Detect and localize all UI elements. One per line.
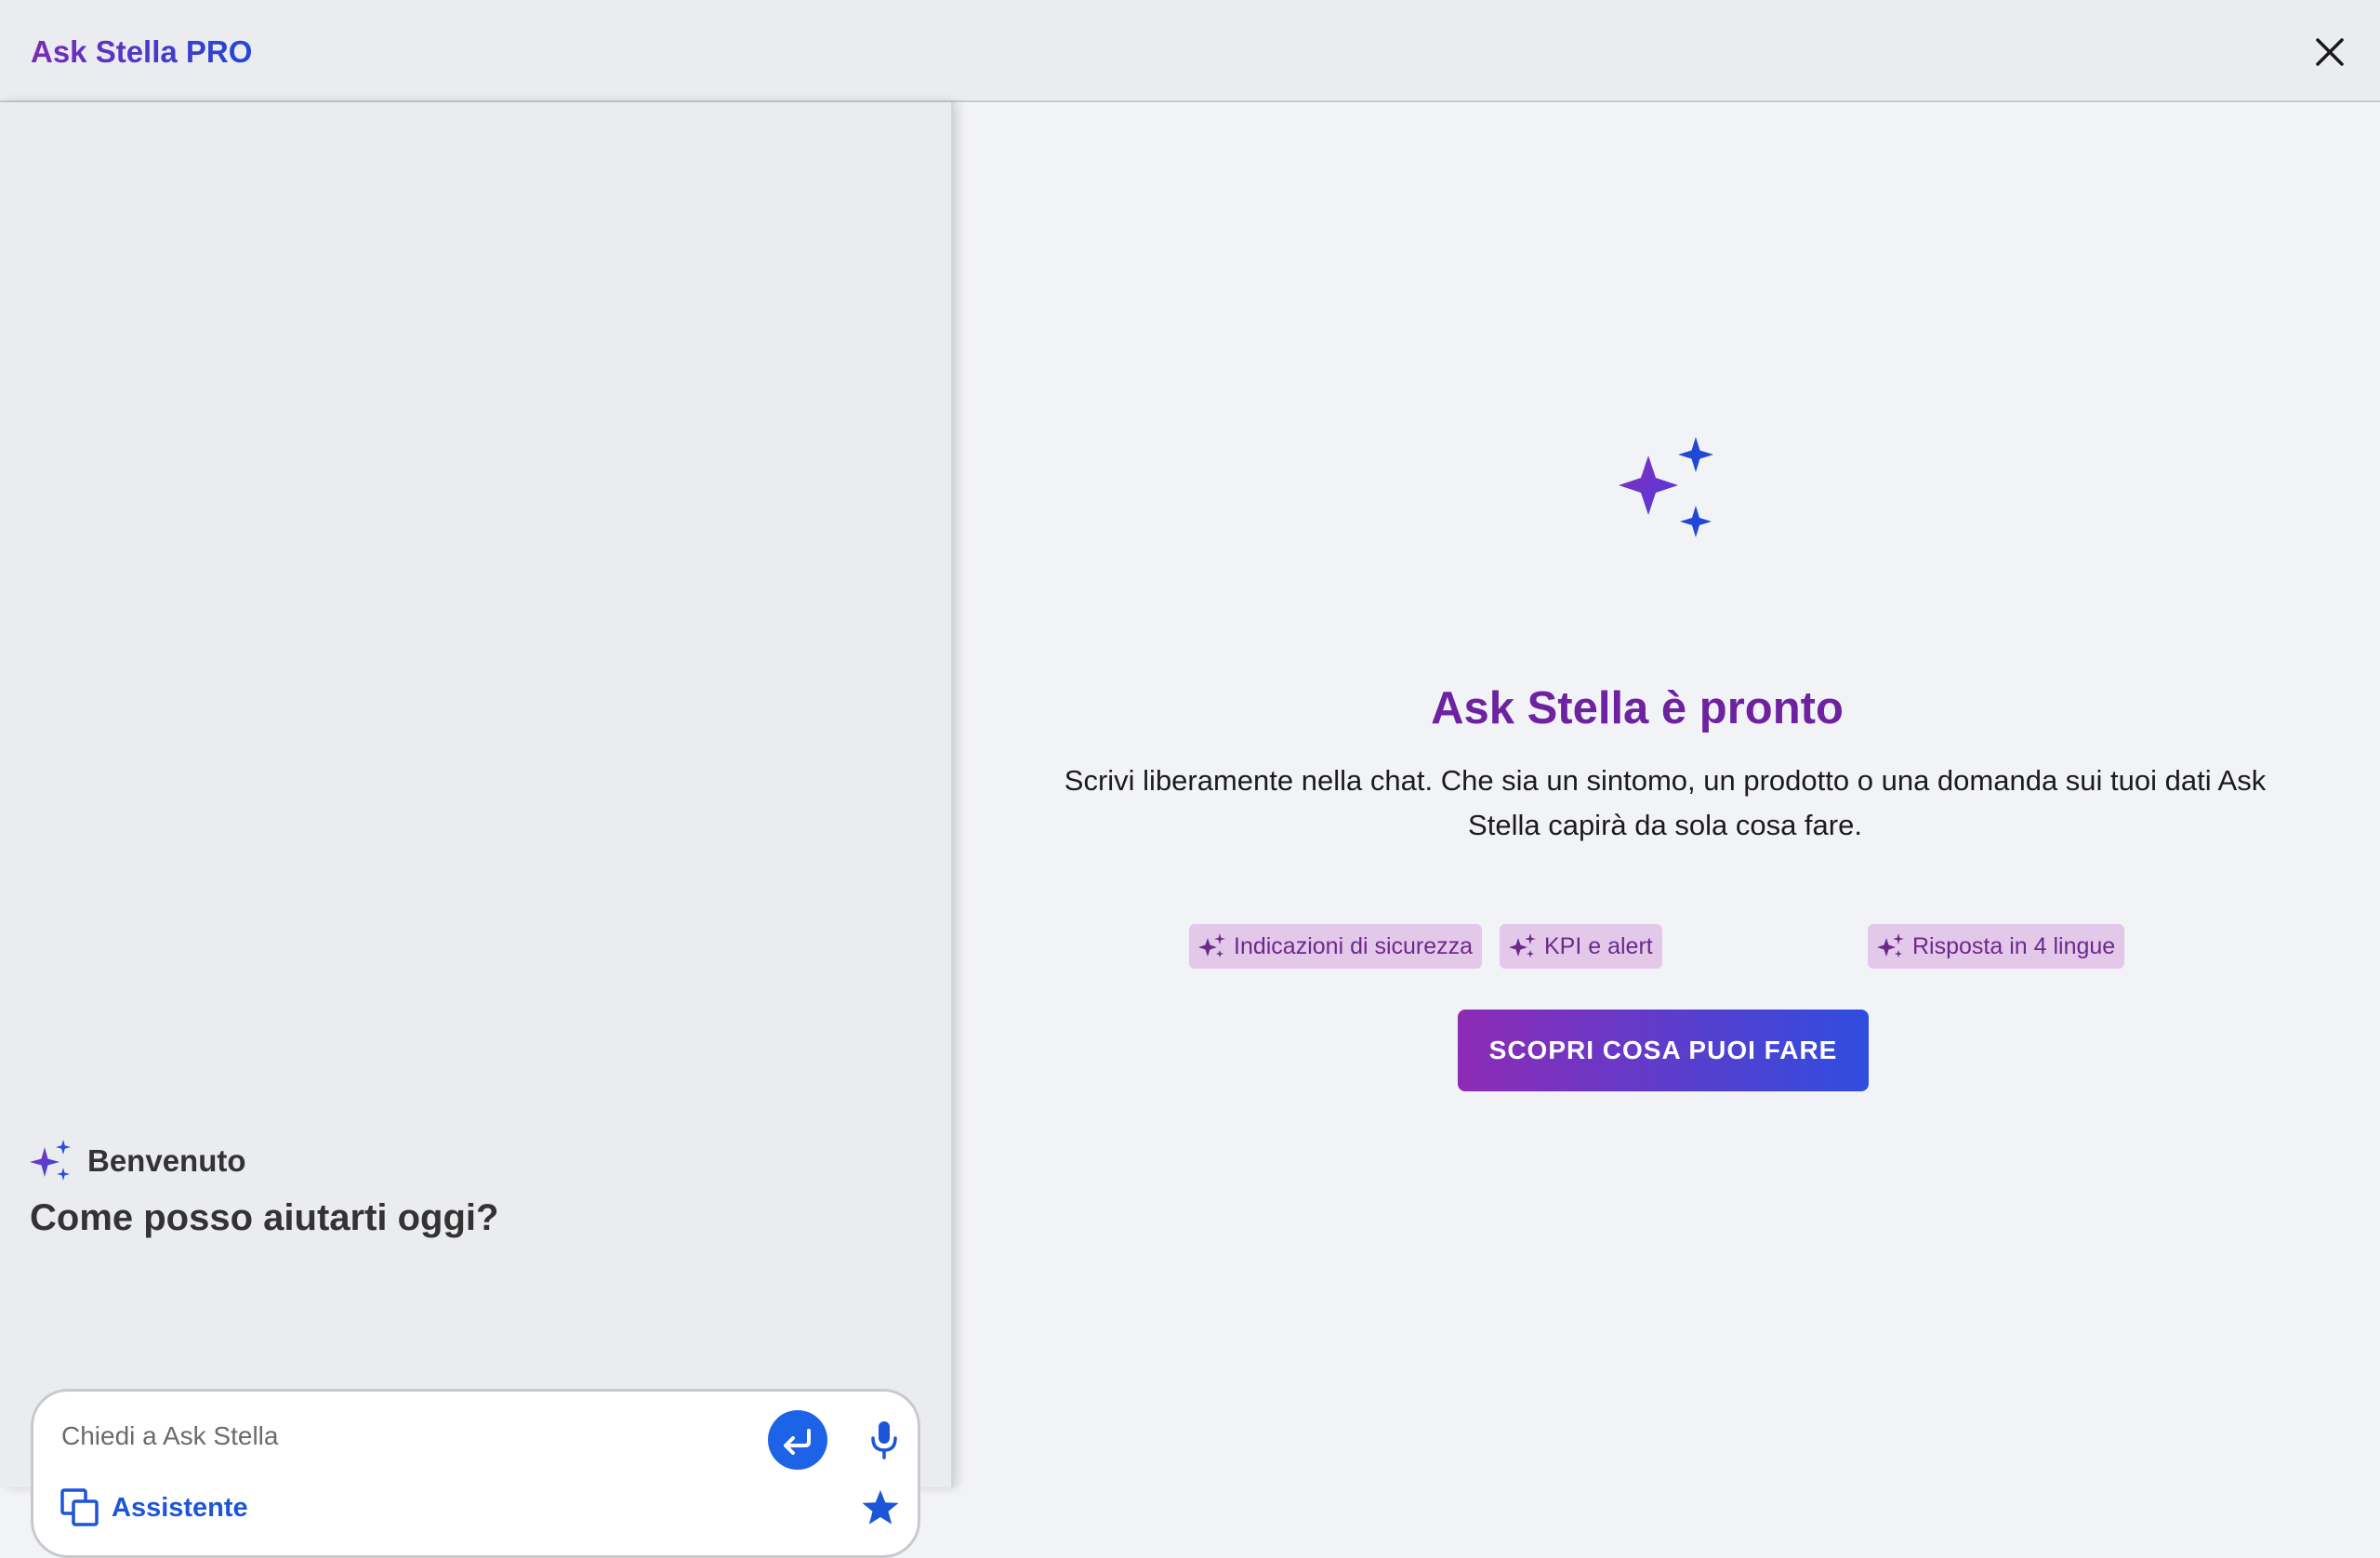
discover-button[interactable]: SCOPRI COSA PUOI FARE bbox=[1458, 1010, 1869, 1091]
main-panel: Ask Stella è pronto Scrivi liberamente n… bbox=[954, 102, 2380, 1487]
welcome-label: Benvenuto bbox=[87, 1143, 246, 1178]
sparkle-icon bbox=[1509, 933, 1536, 957]
close-button[interactable] bbox=[2306, 28, 2354, 76]
sparkle-icon bbox=[1198, 933, 1225, 957]
feature-chip[interactable]: Indicazioni di sicurezza bbox=[1189, 924, 1483, 969]
assistant-label: Assistente bbox=[112, 1492, 248, 1523]
app-title: Ask Stella PRO bbox=[31, 30, 252, 74]
chip-label: Indicazioni di sicurezza bbox=[1234, 932, 1474, 959]
close-icon bbox=[2316, 38, 2344, 66]
hero-description: Scrivi liberamente nella chat. Che sia u… bbox=[1064, 764, 2267, 841]
sparkle-icon bbox=[30, 1140, 71, 1181]
sparkle-icon bbox=[1877, 933, 1904, 957]
chip-label: Risposta in 4 lingue bbox=[1912, 932, 2116, 959]
feature-chip[interactable]: Risposta in 4 lingue bbox=[1868, 924, 2125, 969]
welcome-question: Come posso aiutarti oggi? bbox=[30, 1197, 499, 1238]
enter-arrow-icon bbox=[784, 1429, 811, 1455]
hero-title: Ask Stella è pronto bbox=[1431, 683, 1844, 733]
title-bar: Ask Stella PRO bbox=[0, 0, 2380, 102]
chat-input[interactable] bbox=[60, 1412, 770, 1460]
sparkle-icon bbox=[1619, 437, 1713, 537]
chat-composer: Assistente bbox=[31, 1389, 920, 1558]
favorite-button[interactable] bbox=[857, 1485, 904, 1531]
chat-panel: Benvenuto Come posso aiutarti oggi? Assi… bbox=[0, 102, 954, 1558]
microphone-button[interactable] bbox=[859, 1412, 909, 1468]
welcome-row: Benvenuto bbox=[30, 1138, 246, 1184]
microphone-icon bbox=[871, 1421, 897, 1459]
assistant-button[interactable]: Assistente bbox=[60, 1485, 248, 1531]
copy-squares-icon bbox=[60, 1488, 99, 1526]
chip-label: KPI e alert bbox=[1544, 932, 1653, 959]
send-button[interactable] bbox=[768, 1410, 827, 1470]
star-icon bbox=[862, 1490, 899, 1525]
feature-chip[interactable]: KPI e alert bbox=[1500, 924, 1662, 969]
